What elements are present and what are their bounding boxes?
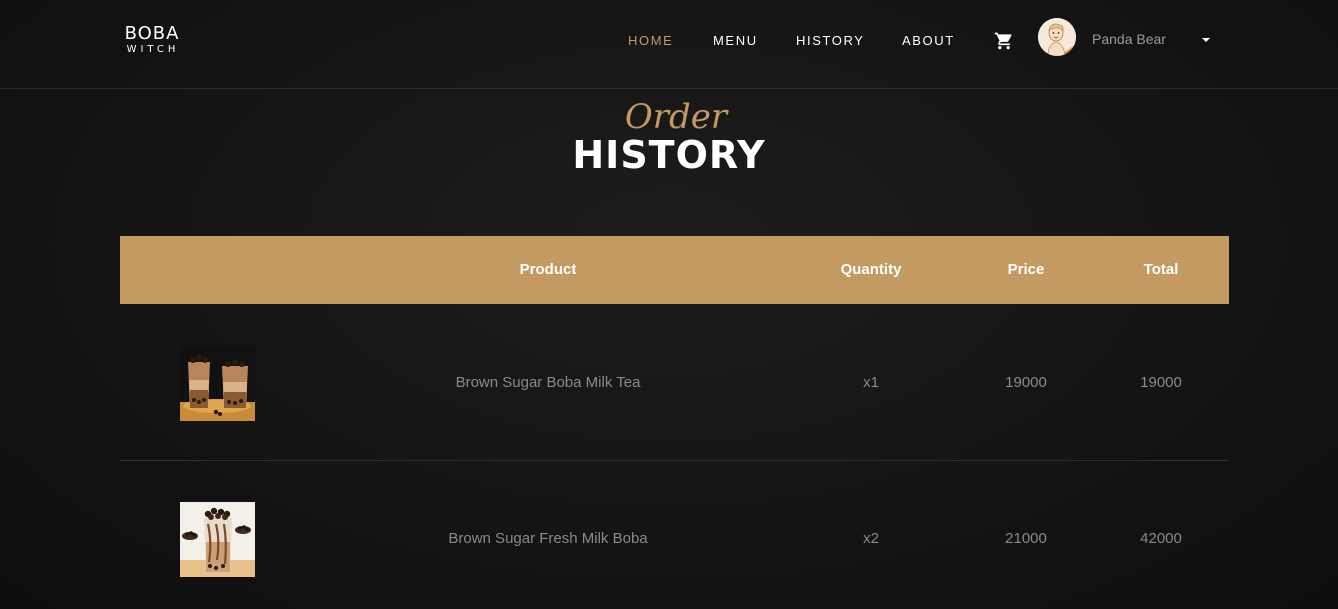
- brand-logo[interactable]: BOBA WITCH: [120, 24, 184, 56]
- boba-milk-tea-image: [180, 346, 255, 421]
- nav-link-about[interactable]: ABOUT: [902, 34, 955, 48]
- brand-tagline: WITCH: [126, 44, 180, 55]
- column-header-product: Product: [519, 261, 577, 278]
- nav-link-home[interactable]: HOME: [628, 34, 673, 48]
- product-total: 42000: [1140, 530, 1182, 547]
- nav-link-history[interactable]: HISTORY: [796, 34, 865, 48]
- brand-name: BOBA: [124, 23, 180, 44]
- column-header-total: Total: [1143, 261, 1179, 278]
- product-price: 21000: [1005, 530, 1047, 547]
- navbar: BOBA WITCH HOME MENU HISTORY ABOUT Panda…: [0, 0, 1338, 89]
- product-total: 19000: [1140, 374, 1182, 391]
- shopping-cart-icon[interactable]: [994, 31, 1014, 51]
- column-header-price: Price: [1007, 261, 1045, 278]
- table-row: Brown Sugar Boba Milk Tea x1 19000 19000: [120, 304, 1229, 461]
- user-avatar[interactable]: [1038, 18, 1076, 56]
- product-name: Brown Sugar Boba Milk Tea: [455, 374, 641, 391]
- page-title-script: Order: [624, 97, 728, 137]
- fresh-milk-boba-image: [180, 502, 255, 577]
- user-dropdown-caret-icon[interactable]: [1202, 38, 1210, 42]
- table-header: Product Quantity Price Total: [120, 236, 1229, 304]
- product-quantity: x2: [863, 530, 879, 547]
- table-row: Brown Sugar Fresh Milk Boba x2 21000 420…: [120, 460, 1229, 609]
- product-name: Brown Sugar Fresh Milk Boba: [448, 530, 648, 547]
- user-name[interactable]: Panda Bear: [1092, 31, 1166, 47]
- column-header-quantity: Quantity: [840, 261, 902, 278]
- product-quantity: x1: [863, 374, 879, 391]
- product-price: 19000: [1005, 374, 1047, 391]
- page-title: HISTORY: [572, 133, 766, 177]
- nav-link-menu[interactable]: MENU: [713, 34, 758, 48]
